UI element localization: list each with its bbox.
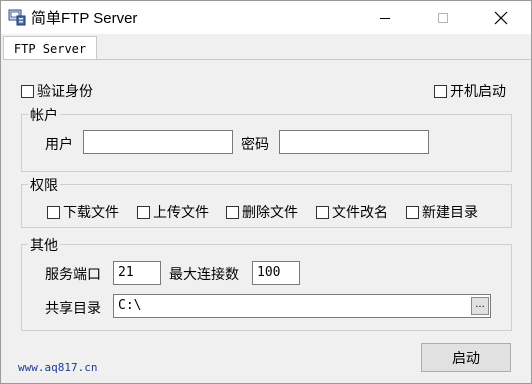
create-directory-checkbox[interactable]: 新建目录 bbox=[406, 202, 478, 222]
user-label: 用户 bbox=[45, 137, 73, 153]
maximize-icon bbox=[438, 12, 448, 23]
auto-start-checkbox[interactable]: 开机启动 bbox=[434, 81, 506, 101]
share-directory-label: 共享目录 bbox=[45, 301, 101, 317]
verify-identity-checkbox[interactable]: 验证身份 bbox=[21, 81, 93, 101]
rename-files-checkbox[interactable]: 文件改名 bbox=[316, 202, 388, 222]
minimize-icon bbox=[380, 17, 390, 19]
checkbox-box bbox=[316, 205, 329, 219]
minimize-button[interactable] bbox=[363, 1, 407, 34]
checkbox-box bbox=[137, 205, 150, 219]
password-label: 密码 bbox=[241, 137, 269, 153]
password-input[interactable] bbox=[279, 130, 429, 154]
close-icon bbox=[494, 11, 508, 24]
ftp-server-icon bbox=[8, 9, 26, 26]
title-bar[interactable]: 简单FTP Server bbox=[1, 1, 531, 34]
maximize-button[interactable] bbox=[421, 1, 465, 34]
share-directory-input[interactable]: C:\ bbox=[113, 294, 491, 318]
permission-label: 下载文件 bbox=[63, 205, 119, 221]
tab-ftp-server[interactable]: FTP Server bbox=[3, 36, 97, 60]
checkbox-box bbox=[47, 205, 60, 219]
max-connections-label: 最大连接数 bbox=[169, 267, 239, 283]
permissions-group-title: 权限 bbox=[28, 175, 60, 195]
permission-label: 新建目录 bbox=[422, 205, 478, 221]
account-group-title: 帐户 bbox=[28, 105, 60, 125]
close-button[interactable] bbox=[479, 1, 523, 34]
upload-files-checkbox[interactable]: 上传文件 bbox=[137, 202, 209, 222]
app-window: 简单FTP Server FTP Server 验证身份 开机启动 帐户 用户 … bbox=[0, 0, 532, 384]
checkbox-box bbox=[406, 205, 419, 219]
other-group-title: 其他 bbox=[28, 235, 60, 255]
start-button[interactable]: 启动 bbox=[421, 343, 511, 372]
website-link[interactable]: www.aq817.cn bbox=[18, 361, 97, 374]
user-input[interactable] bbox=[83, 130, 233, 154]
tab-strip: FTP Server bbox=[1, 34, 531, 60]
delete-files-checkbox[interactable]: 删除文件 bbox=[226, 202, 298, 222]
max-connections-input[interactable]: 100 bbox=[252, 261, 300, 285]
permission-label: 删除文件 bbox=[242, 205, 298, 221]
browse-button[interactable]: ... bbox=[471, 297, 489, 315]
checkbox-box bbox=[226, 205, 239, 219]
port-input[interactable]: 21 bbox=[113, 261, 161, 285]
port-label: 服务端口 bbox=[45, 267, 101, 283]
verify-identity-label: 验证身份 bbox=[37, 84, 93, 100]
permission-label: 文件改名 bbox=[332, 205, 388, 221]
download-files-checkbox[interactable]: 下载文件 bbox=[47, 202, 119, 222]
permission-label: 上传文件 bbox=[153, 205, 209, 221]
window-title: 简单FTP Server bbox=[31, 10, 138, 27]
checkbox-box bbox=[21, 84, 34, 98]
checkbox-box bbox=[434, 84, 447, 98]
auto-start-label: 开机启动 bbox=[450, 84, 506, 100]
